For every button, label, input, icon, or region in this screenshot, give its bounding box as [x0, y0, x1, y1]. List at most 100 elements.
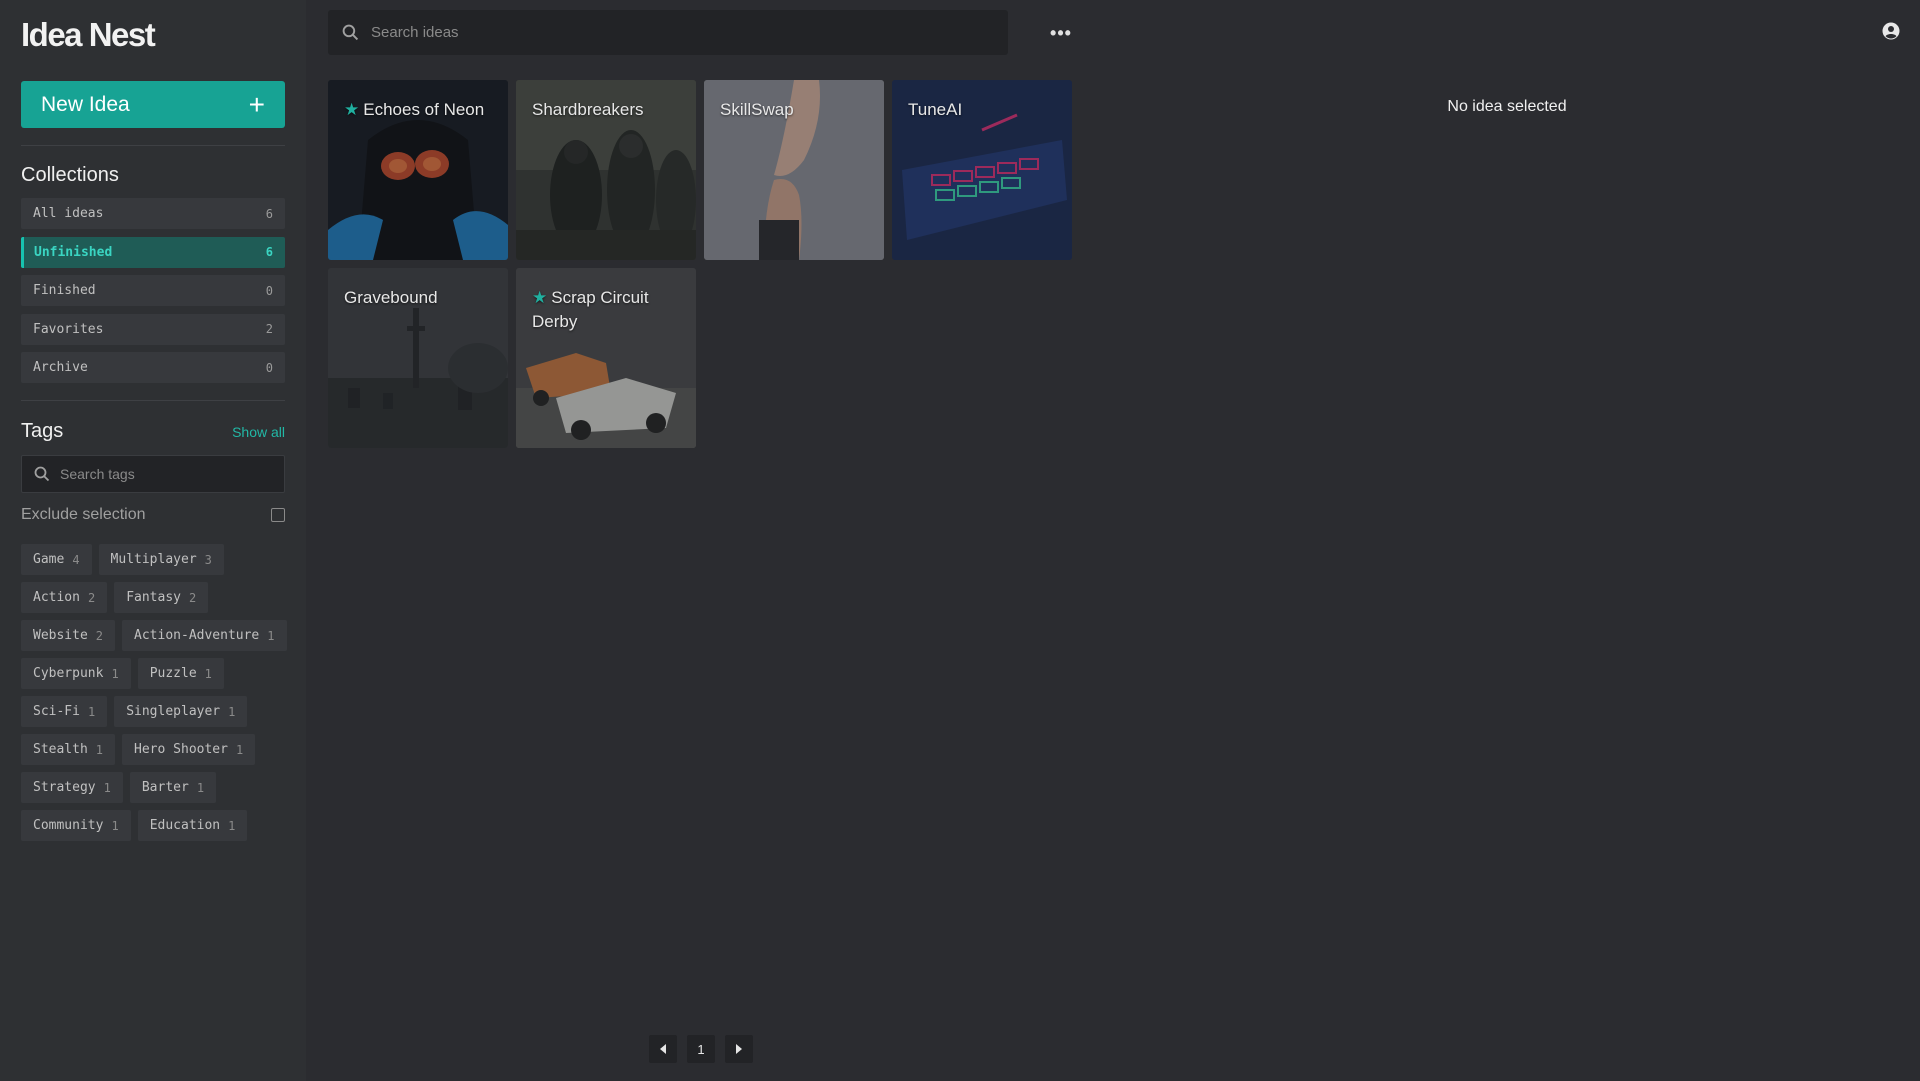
tag-count: 1: [196, 780, 205, 795]
tag-count: 1: [111, 666, 119, 681]
exclude-selection-row: Exclude selection: [21, 506, 285, 524]
tag-chip[interactable]: Singleplayer 1: [114, 696, 248, 727]
star-icon: ★: [344, 100, 360, 119]
tag-label: Barter: [141, 780, 189, 795]
collection-count: 2: [265, 322, 273, 336]
tag-chip[interactable]: Action-Adventure 1: [122, 620, 287, 651]
idea-title: Echoes of Neon: [363, 100, 485, 119]
tag-label: Singleplayer: [126, 704, 221, 719]
tag-label: Sci-Fi: [33, 704, 80, 719]
search-icon: [34, 466, 50, 482]
tag-label: Multiplayer: [110, 552, 197, 567]
idea-title-row: ★ Scrap Circuit Derby: [532, 286, 686, 334]
tag-count: 1: [235, 742, 244, 757]
tag-chip[interactable]: Multiplayer 3: [98, 544, 224, 575]
tag-label: Community: [33, 818, 104, 833]
tag-search-input[interactable]: [60, 466, 260, 482]
collection-count: 0: [265, 283, 273, 298]
idea-search-input[interactable]: [371, 24, 971, 41]
collection-item-finished[interactable]: Finished 0: [21, 275, 285, 306]
tag-label: Stealth: [33, 742, 88, 757]
collection-count: 6: [265, 245, 273, 259]
idea-title-row: Gravebound: [344, 286, 498, 310]
idea-title: SkillSwap: [720, 100, 794, 119]
collection-label: Archive: [33, 360, 88, 375]
collection-item-favorites[interactable]: Favorites 2: [21, 313, 285, 345]
idea-title-row: SkillSwap: [720, 98, 874, 122]
idea-title: Shardbreakers: [532, 100, 644, 119]
more-horizontal-icon[interactable]: •••: [1046, 18, 1076, 48]
tag-label: Strategy: [33, 780, 96, 795]
idea-card-scrap-circuit-derby[interactable]: ★ Scrap Circuit Derby: [516, 268, 696, 448]
tag-chip[interactable]: Education 1: [137, 810, 248, 841]
exclude-selection-checkbox[interactable]: [271, 508, 285, 522]
star-icon: ★: [532, 288, 548, 307]
show-all-tags-link[interactable]: Show all: [232, 424, 285, 440]
exclude-selection-label: Exclude selection: [21, 506, 146, 523]
tag-chip[interactable]: Community 1: [21, 810, 131, 841]
tag-label: Puzzle: [149, 666, 197, 681]
tag-chip[interactable]: Action 2: [21, 582, 108, 613]
tag-chip[interactable]: Barter 1: [129, 772, 217, 803]
idea-title: Scrap Circuit Derby: [532, 288, 649, 331]
idea-title: Gravebound: [344, 288, 438, 307]
tag-count: 2: [87, 590, 96, 605]
new-idea-button[interactable]: New Idea +: [21, 81, 285, 128]
idea-search-box: [328, 10, 1008, 55]
idea-card-gravebound[interactable]: Gravebound: [328, 268, 508, 448]
tag-chip[interactable]: Fantasy 2: [114, 582, 209, 613]
detail-panel: No idea selected: [1094, 0, 1920, 1081]
tag-count: 1: [228, 704, 236, 719]
user-circle-icon[interactable]: [1882, 22, 1900, 40]
tag-count: 1: [204, 666, 212, 681]
pagination: 1: [649, 1035, 753, 1063]
tag-label: Hero Shooter: [134, 742, 228, 757]
caret-right-icon: [736, 1044, 742, 1054]
idea-card-shardbreakers[interactable]: Shardbreakers: [516, 80, 696, 260]
idea-title-row: TuneAI: [908, 98, 1062, 122]
tag-chip[interactable]: Website 2: [21, 620, 116, 651]
ideas-panel: ••• ★Echoes of NeonShardbreakersSkillSwa…: [306, 0, 1094, 1081]
tag-count: 2: [189, 590, 197, 605]
idea-title-row: Shardbreakers: [532, 98, 686, 122]
tag-chip[interactable]: Game 4: [21, 544, 92, 575]
tag-count: 1: [103, 780, 111, 795]
tag-chip[interactable]: Strategy 1: [21, 772, 123, 803]
caret-left-icon: [660, 1044, 666, 1054]
tags-title: Tags: [21, 420, 64, 442]
plus-icon: +: [248, 88, 265, 120]
tag-chip[interactable]: Hero Shooter 1: [122, 734, 256, 765]
collection-item-archive[interactable]: Archive 0: [21, 352, 285, 383]
search-icon: [342, 24, 359, 41]
tag-chip[interactable]: Stealth 1: [21, 734, 116, 765]
app-logo: Idea Nest: [21, 16, 156, 53]
idea-card-tuneai[interactable]: TuneAI: [892, 80, 1072, 260]
tag-chip[interactable]: Sci-Fi 1: [21, 696, 108, 727]
tag-label: Action-Adventure: [134, 628, 260, 643]
idea-card-skillswap[interactable]: SkillSwap: [704, 80, 884, 260]
collection-label: Finished: [33, 283, 96, 298]
sidebar: Idea Nest New Idea + Collections All ide…: [0, 0, 306, 1081]
tag-label: Fantasy: [126, 590, 181, 605]
collection-label: All ideas: [33, 206, 104, 221]
collection-item-unfinished[interactable]: Unfinished 6: [21, 236, 285, 268]
tag-chip[interactable]: Puzzle 1: [137, 658, 224, 689]
tag-chip[interactable]: Cyberpunk 1: [21, 658, 131, 689]
idea-title: TuneAI: [908, 100, 963, 119]
collection-count: 0: [265, 360, 273, 375]
prev-page-button[interactable]: [649, 1035, 677, 1063]
tag-label: Website: [33, 628, 88, 643]
no-selection-message: No idea selected: [1447, 98, 1567, 115]
idea-card-echoes-of-neon[interactable]: ★ Echoes of Neon: [328, 80, 508, 260]
tag-label: Game: [33, 552, 65, 567]
collections-list: All ideas 6 Unfinished 6 Finished 0 Favorites 2…: [21, 198, 285, 391]
divider: [21, 400, 285, 401]
tag-label: Cyberpunk: [33, 666, 104, 681]
tag-count: 3: [204, 552, 212, 567]
tag-label: Action: [33, 590, 80, 605]
collection-item-all-ideas[interactable]: All ideas 6: [21, 198, 285, 229]
tag-count: 1: [95, 742, 104, 757]
tag-count: 2: [95, 628, 104, 643]
page-number-button[interactable]: 1: [687, 1035, 715, 1063]
next-page-button[interactable]: [725, 1035, 753, 1063]
